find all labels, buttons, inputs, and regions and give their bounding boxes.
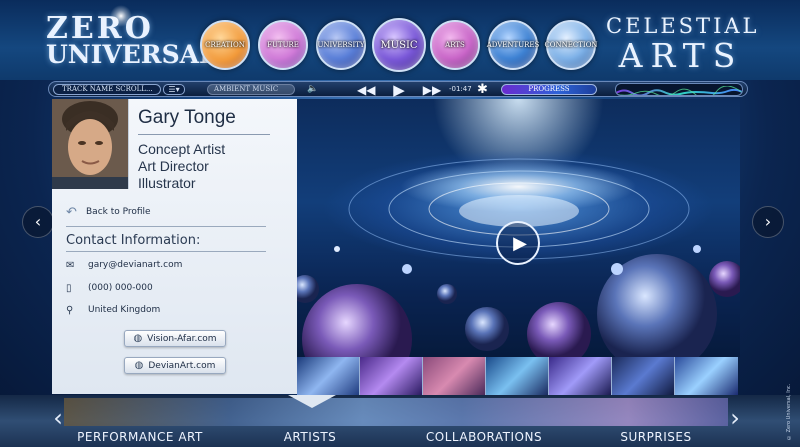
- selected-category-caret-icon: [288, 395, 336, 408]
- thumbnail[interactable]: [486, 357, 549, 395]
- contact-phone: ▯ (000) 000-000: [66, 281, 266, 295]
- vision-afar-link-button[interactable]: ◍ Vision-Afar.com: [124, 330, 226, 347]
- nav-orb-adventures[interactable]: ADVENTURES: [486, 20, 540, 70]
- next-arrow-button[interactable]: ›: [752, 206, 784, 238]
- settings-snowflake-icon[interactable]: ✱: [477, 82, 491, 98]
- thumbnail[interactable]: [297, 357, 360, 395]
- logo-line-universal: UNIVERSAL: [46, 40, 217, 69]
- nav-orb-future[interactable]: FUTURE: [258, 20, 308, 70]
- artist-role: Concept Artist: [138, 141, 226, 157]
- rewind-icon: ◀◀: [357, 83, 376, 97]
- divider: [66, 251, 266, 252]
- celestial-arts-logo[interactable]: CELESTIAL ARTS: [606, 14, 760, 75]
- bottom-prev-button[interactable]: ‹: [50, 405, 66, 431]
- waveform-visualizer: [615, 83, 743, 96]
- thumbnail[interactable]: [423, 357, 486, 395]
- artist-role: Art Director: [138, 158, 209, 174]
- divider: [138, 134, 270, 135]
- nav-surprises[interactable]: SURPRISES: [606, 430, 706, 446]
- chevron-left-icon: ‹: [53, 404, 63, 432]
- rewind-button[interactable]: ◀◀: [357, 82, 375, 98]
- header: ZERO UNIVERSAL CREATION FUTURE UNIVERSIT…: [0, 0, 800, 80]
- artwork-play-button[interactable]: ▶: [496, 221, 540, 265]
- artist-role: Illustrator: [138, 175, 196, 191]
- thumbnail[interactable]: [360, 357, 423, 395]
- thumbnail[interactable]: [612, 357, 675, 395]
- divider: [66, 226, 266, 227]
- location-text: United Kingdom: [88, 305, 161, 315]
- music-player-bar: TRACK NAME SCROLL... ☰▾ AMBIENT MUSIC 🔈 …: [48, 81, 748, 98]
- globe-icon: ◍: [133, 333, 143, 344]
- back-arrow-icon: ↶: [66, 204, 77, 220]
- previous-arrow-button[interactable]: ‹: [22, 206, 54, 238]
- logo-line-celestial: CELESTIAL: [606, 14, 760, 38]
- back-to-profile-label: Back to Profile: [86, 207, 151, 217]
- nav-artists[interactable]: ARTISTS: [260, 430, 360, 446]
- chevron-right-icon: ›: [764, 212, 772, 231]
- nav-orb-label: ADVENTURES: [486, 41, 540, 49]
- nav-orb-connection[interactable]: CONNECTION: [544, 20, 598, 70]
- phone-text: (000) 000-000: [88, 283, 153, 293]
- nav-orb-label: CREATION: [205, 41, 245, 49]
- nav-orb-label: MUSIC: [380, 39, 418, 51]
- chevron-right-icon: ›: [730, 404, 740, 432]
- ambient-music-select[interactable]: AMBIENT MUSIC: [207, 84, 295, 95]
- thumbnail[interactable]: [675, 357, 738, 395]
- play-icon: ▶: [513, 232, 527, 254]
- nav-orb-arts[interactable]: ARTS: [430, 20, 480, 70]
- envelope-icon: ✉: [66, 259, 75, 271]
- globe-icon: ◍: [134, 360, 144, 371]
- contact-email[interactable]: ✉ gary@devianart.com: [66, 258, 266, 272]
- nav-orb-music[interactable]: MUSIC: [372, 18, 426, 72]
- play-pause-button[interactable]: ▶: [389, 82, 409, 98]
- play-icon: ▶: [393, 81, 405, 99]
- fast-forward-button[interactable]: ▶▶: [421, 82, 443, 98]
- logo-line-arts: ARTS: [618, 36, 744, 75]
- nav-orb-label: FUTURE: [267, 41, 299, 49]
- fast-forward-icon: ▶▶: [422, 83, 442, 97]
- phone-icon: ▯: [66, 282, 72, 294]
- nav-orb-creation[interactable]: CREATION: [200, 20, 250, 70]
- star-icon: [110, 5, 132, 27]
- top-nav: CREATION FUTURE UNIVERSITY MUSIC ARTS AD…: [200, 18, 600, 72]
- progress-bar[interactable]: PROGRESS: [501, 84, 597, 95]
- bottom-next-button[interactable]: ›: [727, 405, 743, 431]
- nav-collaborations[interactable]: COLLABORATIONS: [414, 430, 554, 446]
- playlist-button[interactable]: ☰▾: [163, 84, 185, 95]
- nav-orb-label: UNIVERSITY: [317, 41, 365, 49]
- nav-orb-university[interactable]: UNIVERSITY: [316, 20, 366, 70]
- thumbnail[interactable]: [549, 357, 612, 395]
- contact-location: ⚲ United Kingdom: [66, 303, 266, 317]
- nav-performance-art[interactable]: PERFORMANCE ART: [70, 430, 210, 446]
- volume-icon[interactable]: 🔈: [307, 84, 321, 95]
- time-remaining: -01:47: [449, 85, 472, 93]
- contact-information-heading: Contact Information:: [66, 233, 201, 248]
- email-text: gary@devianart.com: [88, 260, 183, 270]
- artist-avatar: [52, 99, 129, 189]
- back-to-profile-link[interactable]: ↶ Back to Profile: [66, 204, 196, 220]
- artist-name: Gary Tonge: [138, 107, 236, 128]
- copyright-text: © Zero Universal, Inc.: [786, 383, 792, 440]
- chevron-left-icon: ‹: [34, 212, 42, 231]
- nav-orb-label: CONNECTION: [544, 41, 598, 49]
- artist-profile-panel: Gary Tonge Concept Artist Art Director I…: [52, 99, 297, 394]
- link-label: Vision-Afar.com: [147, 333, 217, 344]
- list-icon: ☰▾: [168, 85, 180, 94]
- deviantart-link-button[interactable]: ◍ DevianArt.com: [124, 357, 226, 374]
- location-pin-icon: ⚲: [66, 304, 74, 316]
- thumbnail-strip: [297, 357, 740, 395]
- track-name-display[interactable]: TRACK NAME SCROLL...: [53, 84, 161, 95]
- portrait-image: [52, 99, 128, 189]
- category-preview-strip: [64, 398, 728, 426]
- nav-orb-label: ARTS: [445, 41, 465, 49]
- link-label: DevianArt.com: [148, 360, 216, 371]
- waveform-icon: [616, 85, 742, 95]
